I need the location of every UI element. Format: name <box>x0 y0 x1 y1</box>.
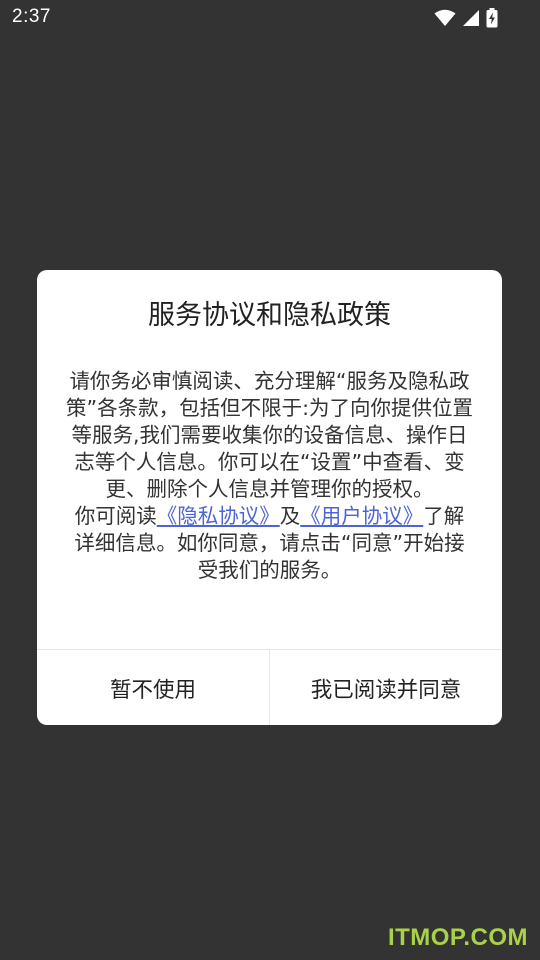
privacy-policy-link[interactable]: 《隐私协议》 <box>157 504 280 528</box>
status-bar: 2:37 <box>0 0 540 36</box>
body-paragraph-2: 你可阅读《隐私协议》及《用户协议》了解详细信息。如你同意，请点击“同意”开始接受… <box>65 503 474 584</box>
watermark-logo: ITMOP.COM <box>387 924 528 951</box>
wifi-icon <box>434 9 456 26</box>
dialog-actions: 暂不使用 我已阅读并同意 <box>37 649 502 725</box>
accept-button[interactable]: 我已阅读并同意 <box>269 650 502 725</box>
status-icons <box>434 8 498 28</box>
body-paragraph-2-middle: 及 <box>279 504 301 528</box>
status-time: 2:37 <box>12 6 51 27</box>
cell-signal-icon <box>463 10 479 26</box>
body-paragraph-1: 请你务必审慎阅读、充分理解“服务及隐私政策”各条款，包括但不限于:为了向你提供位… <box>65 369 474 501</box>
decline-button[interactable]: 暂不使用 <box>37 650 269 725</box>
body-paragraph-2-prefix: 你可阅读 <box>74 504 157 528</box>
dialog-body: 请你务必审慎阅读、充分理解“服务及隐私政策”各条款，包括但不限于:为了向你提供位… <box>65 368 474 584</box>
battery-charging-icon <box>486 8 498 28</box>
dialog-title: 服务协议和隐私政策 <box>148 300 391 331</box>
privacy-dialog: 服务协议和隐私政策 请你务必审慎阅读、充分理解“服务及隐私政策”各条款，包括但不… <box>37 270 502 725</box>
user-agreement-link[interactable]: 《用户协议》 <box>300 504 423 528</box>
